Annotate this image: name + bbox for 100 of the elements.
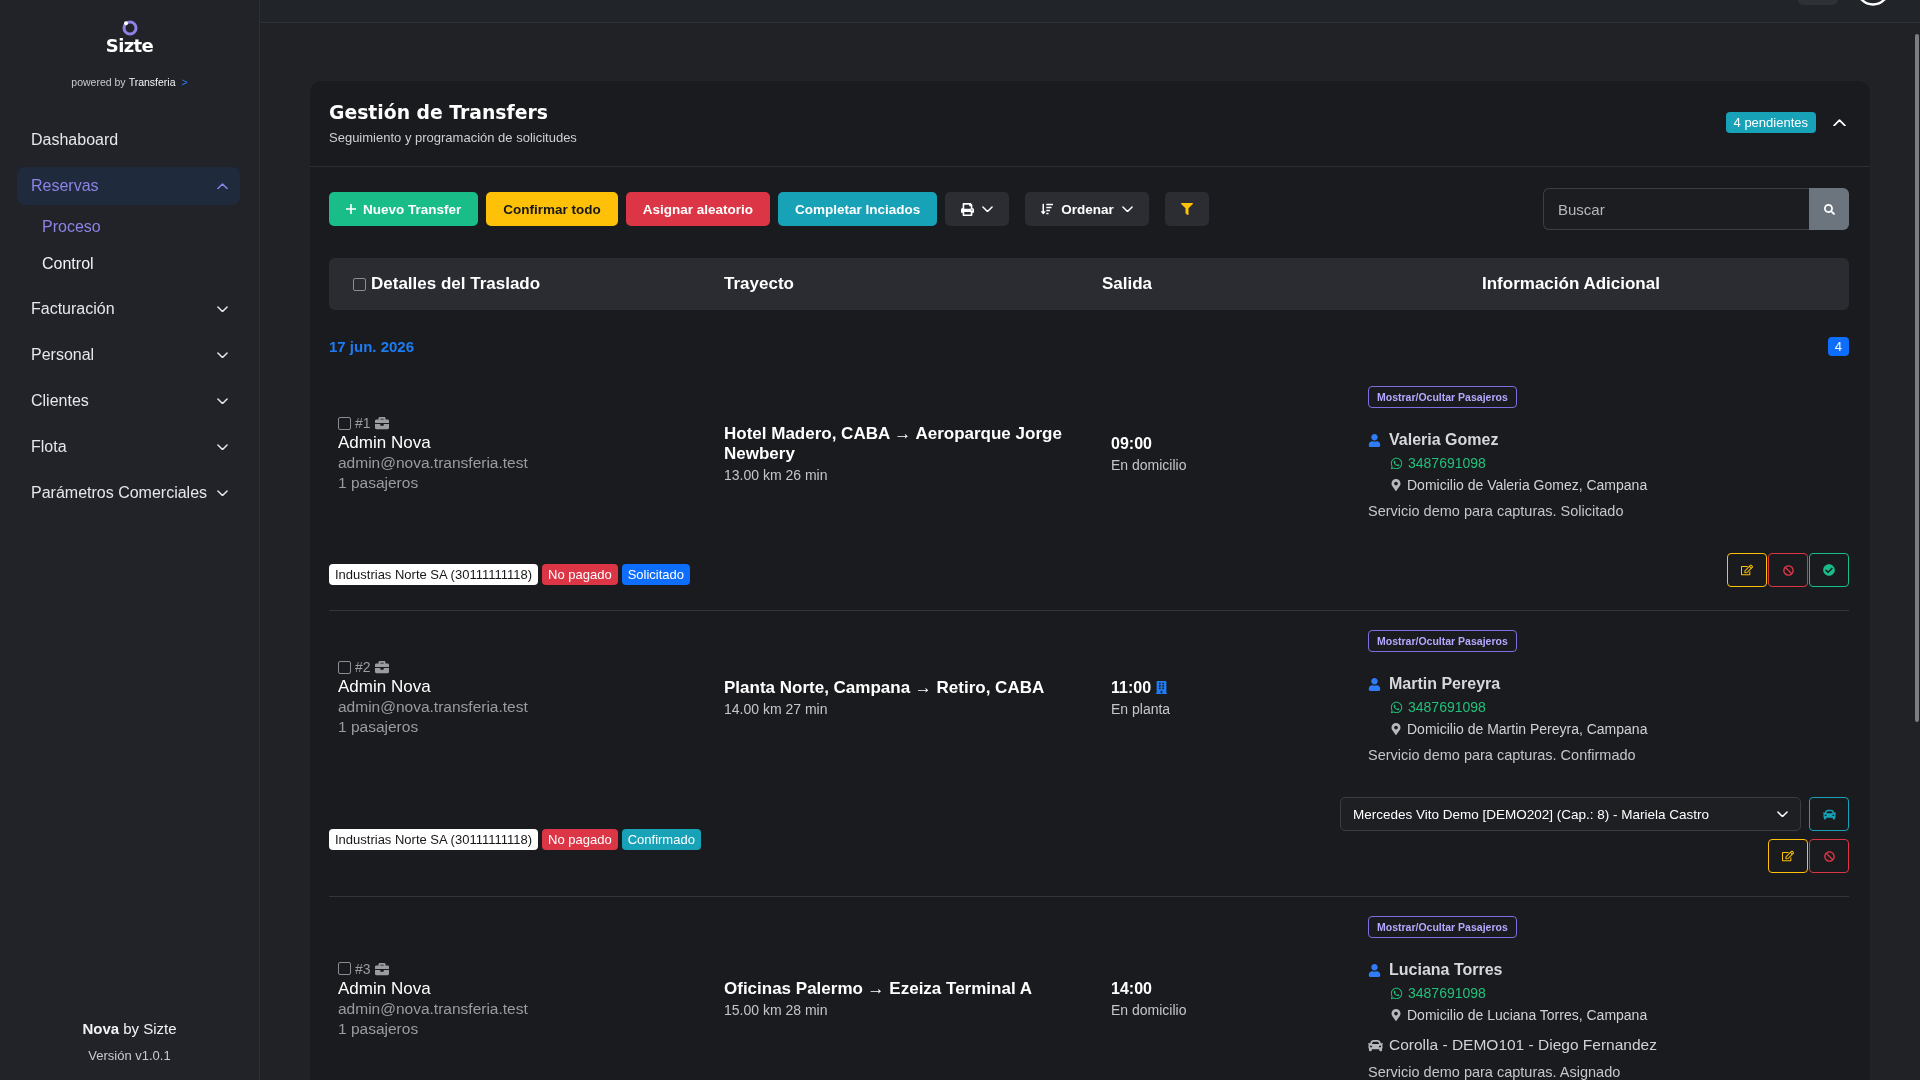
- phone-link[interactable]: 3487691098: [1408, 455, 1486, 471]
- briefcase-icon: [374, 416, 389, 430]
- column-header: Salida: [1102, 274, 1153, 294]
- caret-icon: [982, 205, 994, 213]
- plus-icon: [346, 204, 356, 214]
- partner-name: Transferia: [128, 76, 176, 88]
- route-text: Planta Norte, Campana → Retiro, CABA: [724, 677, 1046, 698]
- departure-time: 09:00: [1111, 433, 1152, 454]
- nav-subitem[interactable]: Proceso: [17, 208, 240, 245]
- trip-distance: 15.00 km 28 min: [724, 1002, 829, 1018]
- nav-item[interactable]: Reservas: [17, 167, 240, 205]
- service-note: Servicio demo para capturas. Confirmado: [1368, 746, 1637, 764]
- caret-icon: [1777, 810, 1788, 818]
- search-button[interactable]: [1809, 188, 1849, 230]
- confirm-button[interactable]: [1809, 553, 1849, 587]
- passenger-count: 1 pasajeros: [338, 473, 420, 493]
- departure-place: En domicilio: [1111, 456, 1188, 473]
- transfer-number: #3: [355, 960, 371, 977]
- passenger-name: Luciana Torres: [1389, 961, 1503, 979]
- departure-time: 11:00: [1111, 677, 1152, 698]
- checkbox[interactable]: [338, 660, 351, 674]
- status-tag: No pagado: [542, 828, 618, 850]
- passenger-address: Domicilio de Valeria Gomez, Campana: [1407, 477, 1648, 493]
- column-header: Trayecto: [724, 274, 794, 294]
- passenger-name: Valeria Gomez: [1389, 431, 1499, 449]
- partner-link[interactable]: >: [181, 76, 188, 88]
- phone-link[interactable]: 3487691098: [1408, 699, 1486, 715]
- map-pin-icon: [1390, 479, 1402, 491]
- edit-button[interactable]: [1768, 839, 1808, 873]
- product-name: Nova by Sizte: [82, 1020, 177, 1037]
- car-icon: [1822, 807, 1836, 821]
- column-header: Detalles del Traslado: [371, 274, 541, 294]
- status-tag: Confirmado: [621, 828, 701, 850]
- map-pin-icon: [1390, 723, 1402, 735]
- print-button[interactable]: [945, 192, 1010, 226]
- printer-icon: [961, 202, 975, 216]
- search-field[interactable]: Buscar: [1543, 188, 1809, 230]
- cancel-button[interactable]: [1809, 839, 1849, 873]
- toggle-passengers-button[interactable]: Mostrar/Ocultar Pasajeros: [1368, 630, 1517, 652]
- chat-phone-icon: [1390, 986, 1403, 1000]
- service-note: Servicio demo para capturas. Asignado: [1368, 1063, 1622, 1080]
- map-pin-icon: [1390, 1009, 1402, 1021]
- pending-badge: 4 pendientes: [1725, 112, 1816, 133]
- transfer-number: #2: [355, 659, 371, 675]
- user-icon: [1368, 963, 1381, 977]
- phone-link[interactable]: 3487691098: [1408, 985, 1486, 1001]
- toolbar-button[interactable]: Asignar aleatorio: [625, 192, 771, 226]
- logo-ring-icon: [121, 20, 138, 36]
- ban-icon: [1823, 850, 1835, 862]
- toggle-passengers-button[interactable]: Mostrar/Ocultar Pasajeros: [1368, 386, 1517, 408]
- car-icon: [1368, 1037, 1383, 1053]
- filter-button[interactable]: [1164, 192, 1209, 226]
- nav-item[interactable]: Flota: [17, 428, 240, 466]
- edit-icon: [1782, 850, 1794, 862]
- edit-button[interactable]: [1727, 553, 1767, 587]
- toggle-passengers-button[interactable]: Mostrar/Ocultar Pasajeros: [1368, 916, 1517, 938]
- status-tag: Industrias Norte SA (30111111118): [329, 563, 539, 585]
- creator-name: Admin Nova: [338, 677, 432, 697]
- nav-subitem[interactable]: Control: [17, 245, 240, 282]
- briefcase-icon: [374, 961, 389, 976]
- transfer-number: #1: [355, 415, 371, 431]
- scrollbar-thumb[interactable]: [1915, 34, 1919, 722]
- checkbox[interactable]: [353, 277, 366, 291]
- sort-button[interactable]: Ordenar: [1025, 192, 1149, 226]
- ban-icon: [1782, 564, 1794, 576]
- brand-name: Sizte: [105, 36, 154, 56]
- creator-name: Admin Nova: [338, 433, 432, 453]
- nav-item[interactable]: Personal: [17, 336, 240, 374]
- departure-place: En domicilio: [1111, 1002, 1188, 1018]
- trip-distance: 13.00 km 26 min: [724, 466, 829, 483]
- nav-item[interactable]: Facturación: [17, 290, 240, 328]
- assigned-vehicle: Corolla - DEMO101 - Diego Fernandez: [1389, 1036, 1657, 1054]
- service-note: Servicio demo para capturas. Solicitado: [1368, 502, 1625, 520]
- creator-email: admin@nova.transferia.test: [338, 998, 529, 1019]
- column-header: Información Adicional: [1482, 274, 1660, 294]
- assign-vehicle-button[interactable]: [1809, 797, 1849, 831]
- creator-name: Admin Nova: [338, 978, 432, 999]
- passenger-count: 1 pasajeros: [338, 717, 420, 737]
- status-tag: Industrias Norte SA (30111111118): [329, 828, 539, 850]
- toolbar-button[interactable]: Confirmar todo: [486, 192, 618, 226]
- nav-item[interactable]: Clientes: [17, 382, 240, 420]
- panel-subtitle: Seguimiento y programación de solicitudes: [329, 130, 577, 145]
- chat-phone-icon: [1390, 456, 1403, 470]
- edit-icon: [1741, 564, 1753, 576]
- checkbox[interactable]: [338, 416, 351, 430]
- creator-email: admin@nova.transferia.test: [338, 453, 529, 473]
- status-tag: Solicitado: [621, 563, 691, 585]
- checkbox[interactable]: [338, 962, 351, 975]
- status-tag: No pagado: [542, 563, 618, 585]
- passenger-address: Domicilio de Luciana Torres, Campana: [1407, 1007, 1648, 1023]
- route-text: Oficinas Palermo → Ezeiza Terminal A: [724, 979, 1033, 999]
- powered-by-text: powered by: [71, 76, 126, 88]
- vehicle-select[interactable]: Mercedes Vito Demo [DEMO202] (Cap.: 8) - Mariela Castro: [1340, 797, 1801, 831]
- search-icon: [1823, 203, 1835, 215]
- caret-icon: [1121, 205, 1133, 213]
- filter-icon: [1180, 203, 1193, 215]
- trip-distance: 14.00 km 27 min: [724, 700, 829, 717]
- cancel-button[interactable]: [1768, 553, 1808, 587]
- nav-item[interactable]: Dashaboard: [17, 121, 240, 159]
- nav-item[interactable]: Parámetros Comerciales: [17, 474, 240, 512]
